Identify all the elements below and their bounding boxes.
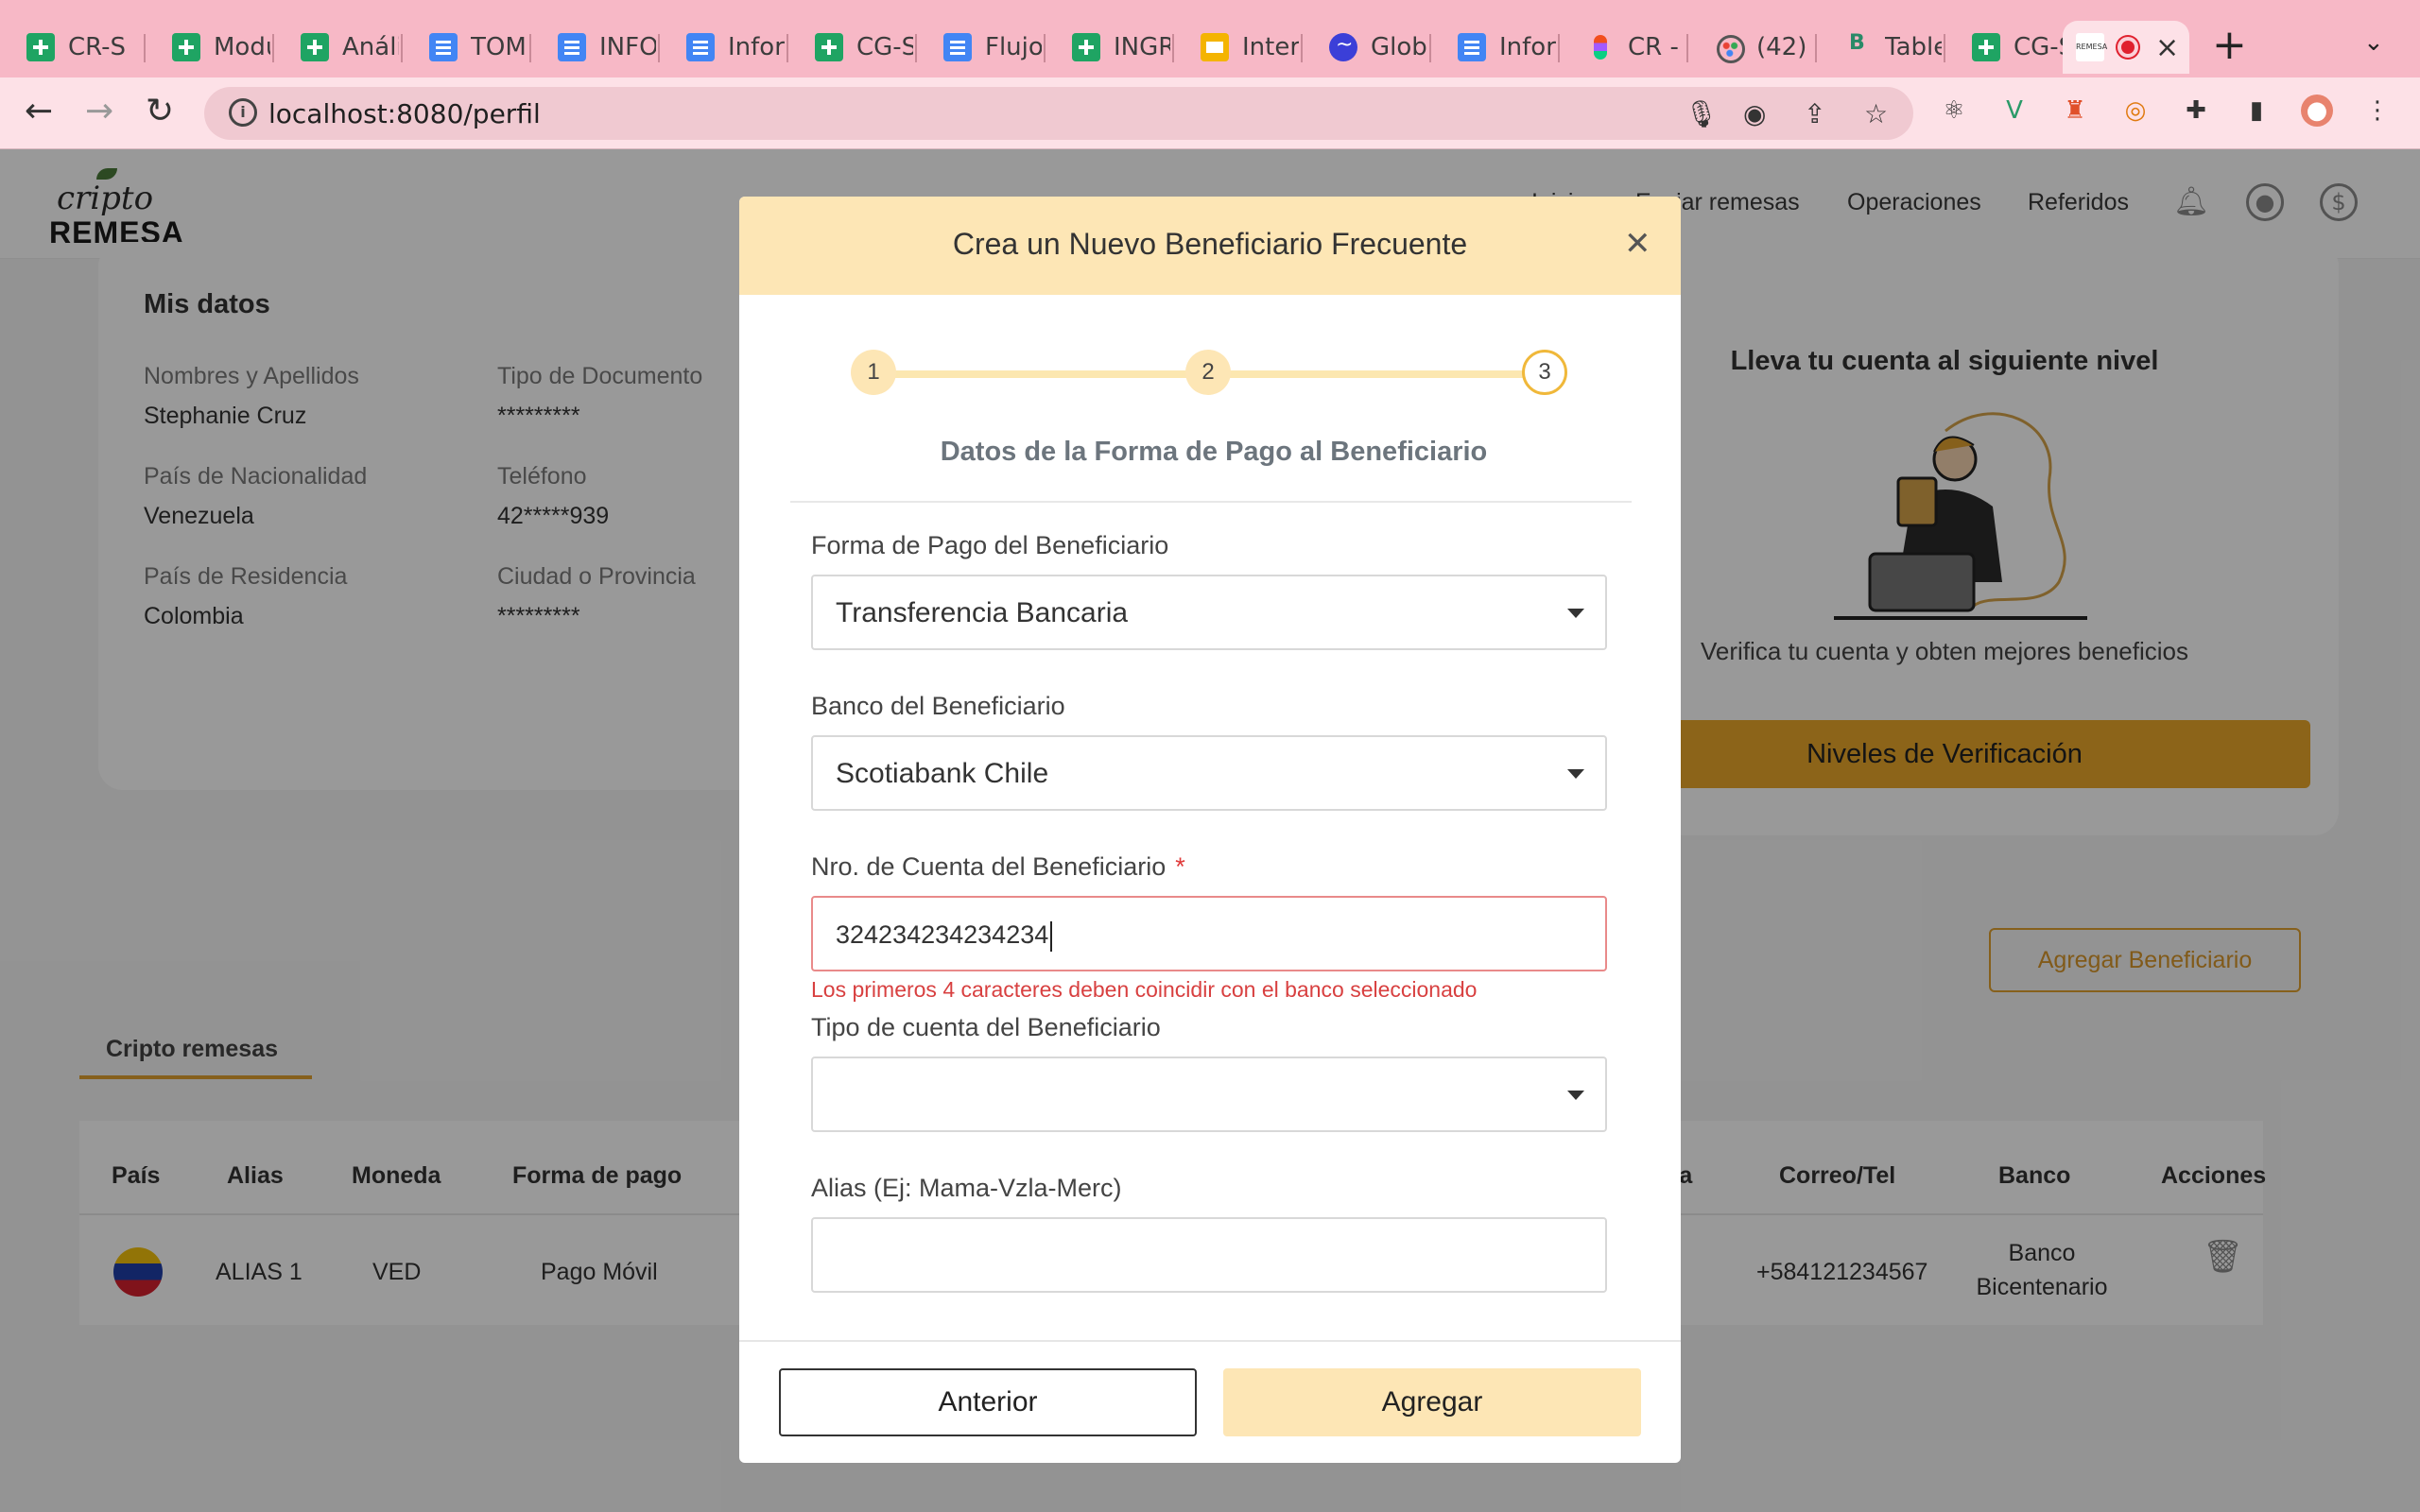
new-tab-icon[interactable]: +: [2212, 25, 2247, 66]
modal-header: Crea un Nuevo Beneficiario Frecuente ✕: [739, 197, 1681, 295]
extensions-puzzle-icon[interactable]: ✚: [2180, 94, 2212, 127]
browser-tab[interactable]: Inforr: [660, 21, 788, 74]
figma-icon: [1586, 33, 1615, 61]
forward-icon[interactable]: →: [85, 91, 113, 132]
browser-tab[interactable]: CR -: [1560, 21, 1688, 74]
criptoremesa-favicon: REMESA: [2076, 33, 2107, 61]
browser-tab[interactable]: CR-S: [0, 21, 146, 74]
sheets-icon: [301, 33, 329, 61]
microphone-icon[interactable]: 🎙: [1685, 98, 1719, 129]
profile-avatar-icon[interactable]: ●: [2301, 94, 2333, 127]
browser-tab[interactable]: Glob: [1303, 21, 1431, 74]
docs-icon: [429, 33, 458, 61]
address-bar[interactable]: i localhost:8080/perfil 🎙 ◉ ⇪ ☆: [204, 87, 1913, 140]
stepper-line: [856, 370, 1195, 378]
account-number-input[interactable]: 324234234234234: [811, 896, 1607, 971]
browser-toolbar: ← → ↻ i localhost:8080/perfil 🎙 ◉ ⇪ ☆ ⚛ …: [0, 77, 2420, 149]
alias-input[interactable]: [811, 1217, 1607, 1293]
required-asterisk: *: [1175, 852, 1185, 881]
account-type-select[interactable]: [811, 1057, 1607, 1132]
sheets-icon: [26, 33, 55, 61]
close-icon[interactable]: ✕: [1624, 227, 1651, 261]
browser-tab[interactable]: (42): [1688, 21, 1817, 74]
alias-label: Alias (Ej: Mama-Vzla-Merc): [811, 1174, 1122, 1202]
sheets-icon: [1972, 33, 2000, 61]
docs-icon: [558, 33, 586, 61]
validation-error-message: Los primeros 4 caracteres deben coincidi…: [811, 977, 1478, 1002]
react-devtools-icon[interactable]: ⚛: [1938, 94, 1970, 127]
modal-title: Crea un Nuevo Beneficiario Frecuente: [952, 227, 1468, 261]
eye-icon[interactable]: ◉: [1743, 98, 1766, 129]
tab-search-chevron-icon[interactable]: ⌄: [2363, 28, 2384, 57]
globe-icon: [1329, 33, 1357, 61]
divider: [790, 501, 1632, 503]
side-panel-icon[interactable]: ▮: [2240, 94, 2273, 127]
lighthouse-icon[interactable]: ♜: [2059, 94, 2091, 127]
step-2: 2: [1185, 350, 1231, 395]
sheets-icon: [815, 33, 843, 61]
docs-icon: [686, 33, 715, 61]
step-title: Datos de la Forma de Pago al Beneficiari…: [940, 437, 1488, 467]
browser-tab[interactable]: Infor: [1431, 21, 1560, 74]
docs-icon: [943, 33, 972, 61]
bank-label: Banco del Beneficiario: [811, 692, 1065, 720]
vue-devtools-icon[interactable]: V: [1998, 94, 2031, 127]
bank-select[interactable]: Scotiabank Chile: [811, 735, 1607, 811]
browser-tab[interactable]: Análi: [274, 21, 403, 74]
browser-tab-strip: CR-S Modu Análi TOM INFO Inforr CG-S Flu…: [0, 0, 2420, 77]
browser-menu-icon[interactable]: ⋮: [2361, 94, 2394, 127]
browser-tab[interactable]: Flujo: [917, 21, 1046, 74]
browser-tab[interactable]: TOM: [403, 21, 531, 74]
back-icon[interactable]: ←: [25, 91, 53, 132]
slides-icon: [1201, 33, 1229, 61]
sheets-icon: [172, 33, 200, 61]
account-type-label: Tipo de cuenta del Beneficiario: [811, 1013, 1161, 1041]
stepper-line: [1191, 370, 1528, 378]
site-info-icon[interactable]: i: [229, 98, 257, 127]
reload-icon[interactable]: ↻: [146, 91, 174, 132]
add-button[interactable]: Agregar: [1223, 1368, 1641, 1436]
share-icon[interactable]: ⇪: [1804, 98, 1825, 129]
chevron-down-icon: [1567, 769, 1584, 779]
modal-footer-divider: [739, 1340, 1681, 1342]
palette-icon: [1715, 33, 1745, 63]
new-beneficiary-modal: Crea un Nuevo Beneficiario Frecuente ✕ 1…: [739, 197, 1681, 1463]
payment-method-label: Forma de Pago del Beneficiario: [811, 531, 1169, 559]
chevron-down-icon: [1567, 1091, 1584, 1100]
browser-tab[interactable]: INFO: [531, 21, 660, 74]
docs-icon: [1458, 33, 1486, 61]
bootstrap-shield-icon: [1843, 31, 1872, 61]
sheets-icon: [1072, 33, 1100, 61]
browser-tab[interactable]: CG-S: [788, 21, 917, 74]
account-number-label: Nro. de Cuenta del Beneficiario *: [811, 852, 1185, 881]
step-1: 1: [851, 350, 896, 395]
browser-tab[interactable]: Modu: [146, 21, 274, 74]
chevron-down-icon: [1567, 609, 1584, 618]
browser-tab[interactable]: Table: [1817, 21, 1945, 74]
step-3: 3: [1522, 350, 1567, 395]
text-cursor: [1050, 920, 1053, 952]
browser-tab[interactable]: INGR: [1046, 21, 1174, 74]
bookmark-star-icon[interactable]: ☆: [1864, 98, 1888, 129]
browser-tab[interactable]: Interc: [1174, 21, 1303, 74]
recording-icon: [2118, 37, 2138, 58]
browser-tab-active[interactable]: REMESA ×: [2063, 21, 2189, 74]
close-tab-icon[interactable]: ×: [2155, 31, 2179, 64]
previous-button[interactable]: Anterior: [779, 1368, 1197, 1436]
url-text[interactable]: localhost:8080/perfil: [268, 98, 541, 129]
payment-method-select[interactable]: Transferencia Bancaria: [811, 575, 1607, 650]
browser-tab[interactable]: CG-S: [1945, 21, 2063, 74]
extension-circle-icon[interactable]: ◎: [2119, 94, 2152, 127]
